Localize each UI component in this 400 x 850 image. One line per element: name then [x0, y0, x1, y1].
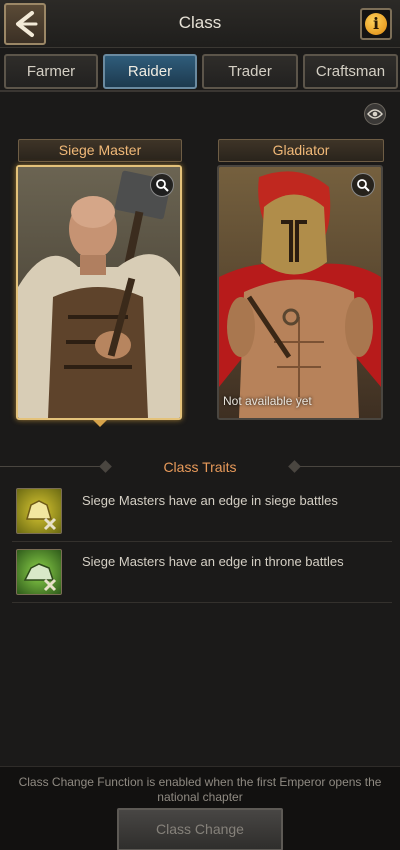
siege-master-portrait	[18, 167, 180, 418]
trait-row: Siege Masters have an edge in throne bat…	[12, 543, 392, 603]
not-available-label: Not available yet	[223, 394, 312, 408]
info-button[interactable]: i	[360, 8, 392, 40]
siege-trait-icon[interactable]	[16, 488, 62, 534]
tab-raider[interactable]: Raider	[103, 54, 197, 89]
zoom-button-siege-master[interactable]	[150, 173, 174, 197]
throne-trait-icon[interactable]	[16, 549, 62, 595]
info-icon: i	[365, 13, 387, 35]
traits-heading-bar: Class Traits	[0, 455, 400, 479]
zoom-button-gladiator[interactable]	[351, 173, 375, 197]
selected-indicator	[93, 420, 107, 427]
class-card-gladiator[interactable]: Not available yet	[217, 165, 383, 420]
class-title-siege-master: Siege Master	[18, 139, 182, 162]
tabs-divider	[0, 90, 400, 92]
page-title: Class	[178, 13, 222, 32]
tab-trader[interactable]: Trader	[202, 54, 298, 89]
trait-description: Siege Masters have an edge in siege batt…	[82, 493, 338, 508]
class-title-gladiator: Gladiator	[218, 139, 384, 162]
magnifier-icon	[156, 179, 169, 192]
class-tabs: Farmer Raider Trader Craftsman	[0, 52, 400, 92]
trait-description: Siege Masters have an edge in throne bat…	[82, 554, 344, 569]
footer-panel: Class Change Function is enabled when th…	[0, 766, 400, 850]
header-bar: Class i	[0, 0, 400, 48]
class-card-siege-master[interactable]	[16, 165, 182, 420]
class-change-notice: Class Change Function is enabled when th…	[18, 775, 382, 804]
eye-icon	[367, 109, 383, 119]
tab-farmer[interactable]: Farmer	[4, 54, 98, 89]
traits-heading: Class Traits	[163, 459, 237, 475]
tab-craftsman[interactable]: Craftsman	[303, 54, 398, 89]
trait-row: Siege Masters have an edge in siege batt…	[12, 482, 392, 542]
gladiator-portrait	[219, 167, 381, 418]
divider-line	[300, 466, 400, 467]
view-toggle-button[interactable]	[364, 103, 386, 125]
magnifier-icon	[357, 179, 370, 192]
class-change-button[interactable]: Class Change	[117, 808, 283, 850]
